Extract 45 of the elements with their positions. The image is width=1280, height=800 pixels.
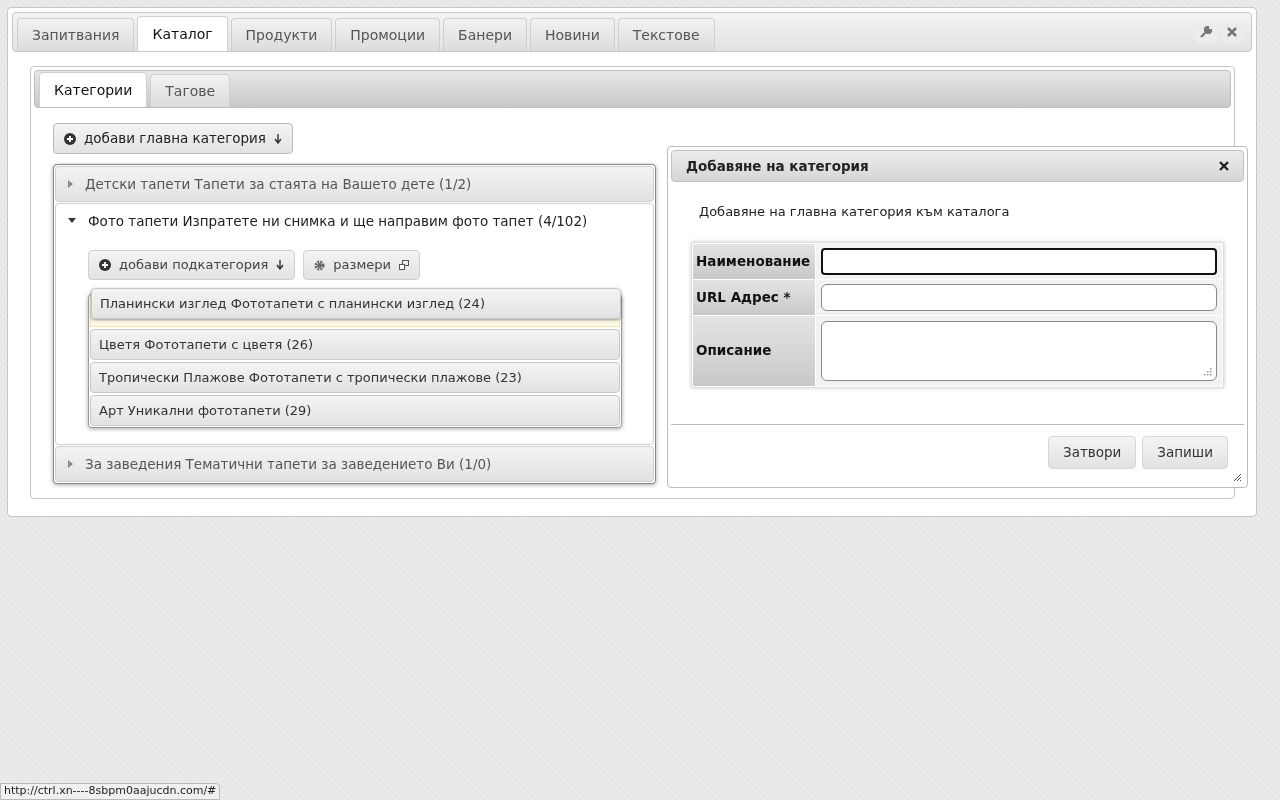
dialog-description: Добавяне на главна категория към каталога (699, 203, 1011, 221)
close-button[interactable] (1219, 161, 1229, 171)
subcategory-item[interactable]: Тропически Плажове Фототапети с тропически плажове (23) (90, 362, 620, 393)
add-main-category-button[interactable]: добави главна категория (53, 123, 293, 154)
field-label: Наименование (693, 243, 815, 279)
subcategory-item[interactable]: Арт Уникални фототапети (29) (90, 395, 620, 426)
close-icon (1227, 27, 1237, 37)
close-icon (1219, 161, 1229, 171)
tab[interactable]: Новини (530, 18, 615, 51)
caret-down-icon[interactable] (68, 218, 76, 224)
arrow-down-icon (276, 260, 285, 270)
field-label: Описание (693, 315, 815, 386)
caret-right-icon[interactable] (68, 460, 73, 468)
add-subcategory-button[interactable]: добави подкатегория (88, 250, 296, 280)
gear-icon (314, 259, 326, 271)
dialog-title: Добавяне на категория (686, 156, 869, 176)
category-header[interactable]: Фото тапети Изпратете ни снимка и ще направим фото тапет (4/102) (56, 204, 653, 238)
subcategory-item[interactable]: Планински изглед Фототапети с планински изглед (24) (91, 288, 621, 319)
category-header[interactable]: Детски тапети Тапети за стаята на Вашето дете (1/2) (56, 167, 653, 201)
dialog-button[interactable]: Запиши (1142, 436, 1228, 469)
new-window-icon (398, 260, 409, 270)
tab[interactable]: Категории (39, 72, 148, 107)
tab[interactable]: Каталог (137, 16, 228, 51)
wrench-icon (1200, 26, 1212, 38)
tab[interactable]: Продукти (230, 18, 333, 51)
tab[interactable]: Запитвания (17, 18, 135, 51)
input-field[interactable] (821, 247, 1217, 275)
dialog-button[interactable]: Затвори (1048, 436, 1137, 469)
field-label: URL Адрес * (693, 279, 815, 315)
tab[interactable]: Банери (443, 18, 528, 51)
tab[interactable]: Промоции (335, 18, 441, 51)
resize-grip-icon (1204, 367, 1212, 376)
description-textarea[interactable] (821, 320, 1217, 381)
category-header[interactable]: За заведения Тематични тапети за заведението Ви (1/0) (56, 447, 653, 481)
arrow-down-icon (273, 133, 282, 144)
resize-grip-icon (1232, 472, 1242, 482)
add-icon (99, 259, 111, 271)
add-icon (64, 132, 76, 145)
tab[interactable]: Текстове (617, 18, 715, 51)
caret-right-icon[interactable] (68, 180, 73, 188)
subcategory-item[interactable]: Цветя Фототапети с цветя (26) (90, 329, 620, 360)
status-bar: http://ctrl.xn----8sbpm0aajucdn.com/# (0, 783, 221, 800)
sizes-button[interactable]: размери (303, 250, 420, 280)
tab[interactable]: Тагове (150, 74, 231, 107)
input-field[interactable] (821, 283, 1217, 311)
